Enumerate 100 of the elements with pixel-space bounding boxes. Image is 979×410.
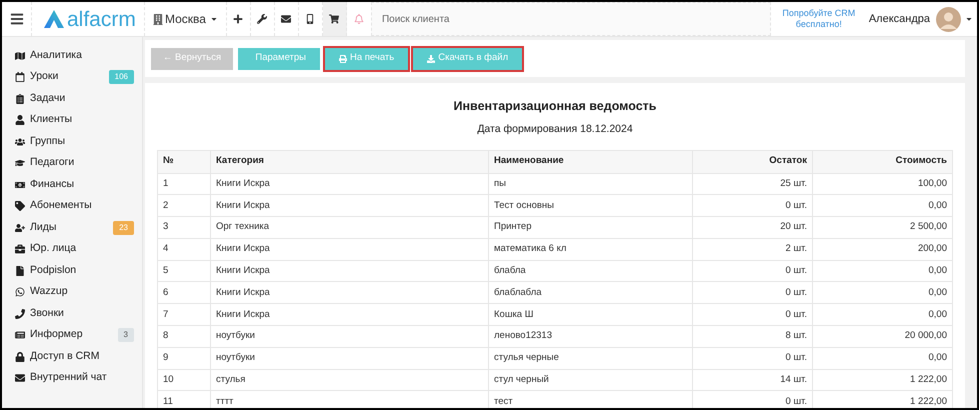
table-cell: Принтер <box>488 216 692 238</box>
table-cell: 0 шт. <box>692 260 812 282</box>
user-plus-icon <box>15 222 25 233</box>
user-icon <box>15 115 25 126</box>
download-icon <box>427 54 436 62</box>
envelope-icon <box>15 373 25 384</box>
table-cell: 0,00 <box>812 347 952 370</box>
caret-icon <box>210 15 218 23</box>
menu-icon <box>10 12 24 26</box>
table-cell: Книги Искра <box>210 260 488 282</box>
plus-icon <box>233 14 244 24</box>
table-cell: 9 <box>158 347 210 370</box>
table-cell: стулья <box>210 369 488 391</box>
table-cell: 1 222,00 <box>812 369 952 391</box>
table-cell: Книги Искра <box>210 304 488 326</box>
wrench-icon <box>257 14 268 24</box>
banknote-icon <box>15 180 25 190</box>
table-cell: 200,00 <box>812 238 952 260</box>
sidebar-item[interactable]: Уроки 106 <box>2 66 142 88</box>
table-cell: 8 шт. <box>692 326 812 348</box>
building-icon <box>153 14 163 24</box>
column-header: Категория <box>210 150 488 173</box>
sidebar-item[interactable]: Юр. лица <box>2 238 142 260</box>
print-icon <box>339 54 347 62</box>
report-title: Инвентаризационная ведомость <box>454 98 656 115</box>
sidebar-item[interactable]: Клиенты <box>2 110 142 131</box>
table-cell: 11 <box>158 390 210 408</box>
table-cell: блабла <box>488 260 692 282</box>
table-cell: 4 <box>158 238 210 260</box>
calendar-icon <box>15 72 25 82</box>
table-cell: 0 шт. <box>692 347 812 370</box>
sidebar-item[interactable]: Звонки <box>2 303 142 324</box>
table-cell: 20 шт. <box>692 216 812 238</box>
file-icon <box>15 266 25 276</box>
map-icon <box>15 50 25 61</box>
table-cell: 0 шт. <box>692 194 812 217</box>
table-cell: Кошка Ш <box>488 304 692 326</box>
table-cell: 100,00 <box>812 173 952 195</box>
sidebar-item[interactable]: Wazzup <box>2 282 142 303</box>
tag-icon <box>15 201 25 212</box>
table-cell: 7 <box>158 304 210 326</box>
avatar <box>936 6 961 32</box>
sidebar-item[interactable]: Задачи <box>2 88 142 110</box>
table-cell: 3 <box>158 216 210 238</box>
table-cell: пы <box>488 173 692 195</box>
table-cell: 5 <box>158 260 210 282</box>
envelope-icon <box>281 14 292 24</box>
column-header: Наименование <box>488 150 692 173</box>
count-badge: 3 <box>118 328 134 342</box>
count-badge: 23 <box>113 220 134 235</box>
table-cell: 0,00 <box>812 304 952 326</box>
table-cell: 10 <box>158 369 210 391</box>
sidebar-item[interactable]: Педагоги <box>2 152 142 174</box>
table-cell: блаблабла <box>488 282 692 304</box>
table-cell: 2 шт. <box>692 238 812 260</box>
users-icon <box>15 136 25 147</box>
table-cell: математика 6 кл <box>488 238 692 260</box>
sidebar-item[interactable]: Внутренний чат <box>2 368 142 389</box>
cart-icon <box>329 14 340 24</box>
column-header: Остаток <box>692 150 812 173</box>
table-cell: ноутбуки <box>210 326 488 348</box>
phone-icon <box>15 308 25 319</box>
table-cell: 8 <box>158 326 210 348</box>
phone-icon <box>305 14 316 24</box>
sidebar-item[interactable]: Лиды 23 <box>2 217 142 238</box>
column-header: № <box>158 150 210 173</box>
sidebar-item[interactable]: Аналитика <box>2 45 142 66</box>
table-cell: Книги Искра <box>210 282 488 304</box>
column-header: Стоимость <box>812 150 952 173</box>
logo-icon <box>44 10 64 28</box>
table-cell: 14 шт. <box>692 369 812 391</box>
search-field[interactable]: Поиск клиента <box>370 2 771 36</box>
sidebar-item[interactable]: Абонементы <box>2 196 142 217</box>
clipboard-icon <box>15 94 25 104</box>
table-cell: Орг техника <box>210 216 488 238</box>
table-cell: стулья черные <box>488 347 692 370</box>
caret-icon[interactable] <box>965 15 973 23</box>
whatsapp-icon <box>15 287 25 298</box>
bell-icon <box>354 14 364 24</box>
graduation-cap-icon <box>15 158 25 168</box>
table-cell: 20 000,00 <box>812 326 952 348</box>
table-cell: 6 <box>158 282 210 304</box>
table-cell: ноутбуки <box>210 347 488 370</box>
sidebar-item[interactable]: Podpislon <box>2 260 142 282</box>
table-cell: Книги Искра <box>210 194 488 217</box>
cart-button[interactable] <box>322 2 347 36</box>
lock-icon <box>15 352 25 362</box>
user-name: Александра <box>868 12 930 27</box>
count-badge: 106 <box>108 70 134 84</box>
table-cell: Книги Искра <box>210 173 488 195</box>
sidebar-item[interactable]: Финансы <box>2 174 142 196</box>
table-cell: 1 <box>158 173 210 195</box>
sidebar-item[interactable]: Доступ в CRM <box>2 346 142 368</box>
table-cell: 0,00 <box>812 260 952 282</box>
newspaper-icon <box>15 330 25 340</box>
table-cell: 0 шт. <box>692 282 812 304</box>
report-subtitle: Дата формирования 18.12.2024 <box>477 122 633 137</box>
sidebar-item[interactable]: Информер 3 <box>2 324 142 346</box>
table-cell: 0,00 <box>812 282 952 304</box>
sidebar-item[interactable]: Группы <box>2 131 142 152</box>
